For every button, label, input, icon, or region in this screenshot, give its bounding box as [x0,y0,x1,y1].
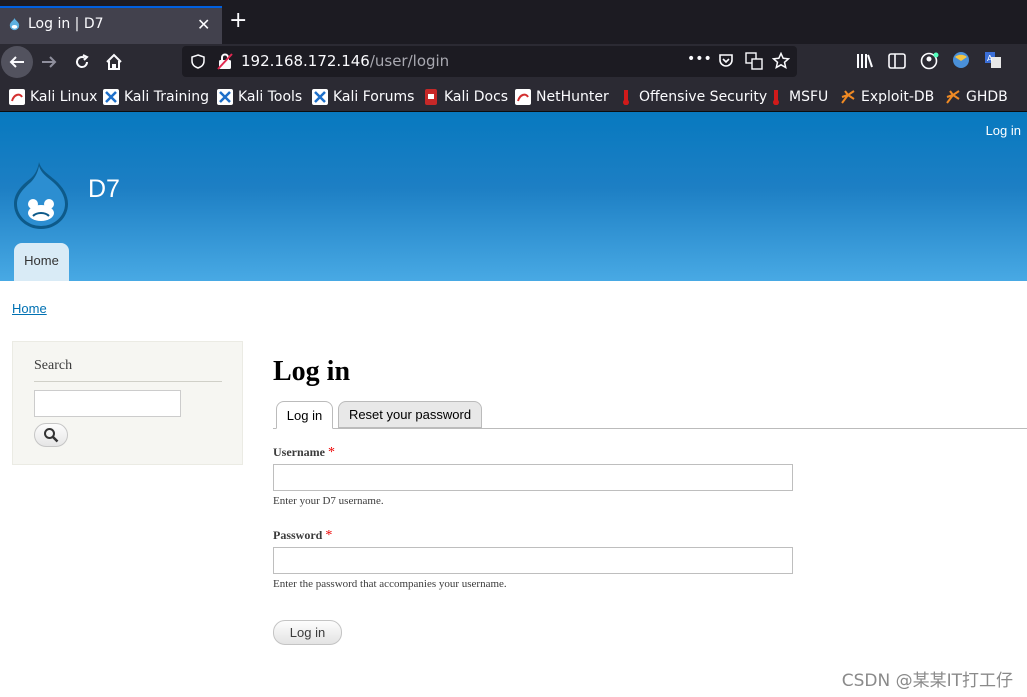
bookmark-offensive-security[interactable]: Offensive Security [618,87,767,107]
home-icon [106,53,122,70]
bookmark-exploit-db[interactable]: Exploit-DB [840,87,934,107]
search-block-title: Search [34,358,73,373]
bookmark-label: Kali Docs [444,89,509,105]
password-label: Password * [273,528,332,544]
insecure-lock-icon[interactable] [217,53,233,70]
kali-training-icon [103,89,119,105]
bookmarks-toolbar: Kali Linux Kali Training Kali Tools Kali… [0,81,1027,112]
bookmark-kali-linux[interactable]: Kali Linux [9,87,97,107]
arrow-left-icon [9,56,24,68]
bookmark-label: MSFU [789,89,829,105]
drupal-logo-icon[interactable] [11,160,71,230]
close-tab-icon[interactable]: ✕ [197,15,210,34]
username-label-text: Username [273,445,325,459]
pocket-icon[interactable] [718,53,734,69]
bookmark-kali-tools[interactable]: Kali Tools [217,87,302,107]
bookmark-kali-docs[interactable]: Kali Docs [423,87,508,107]
kali-dragon-icon [9,89,25,105]
browser-nav-bar: 192.168.172.146/user/login ••• A [0,44,1027,81]
required-marker: * [325,528,333,543]
page-actions-menu[interactable]: ••• [687,51,712,67]
back-button[interactable] [1,46,33,78]
tab-reset-password[interactable]: Reset your password [338,401,482,428]
home-button[interactable] [98,46,130,78]
watermark: CSDN @某某IT打工仔 [841,671,1013,691]
kali-forums-icon [312,89,328,105]
url-path: /user/login [369,52,450,70]
bookmark-nethunter[interactable]: NetHunter [515,87,609,107]
library-icon[interactable] [856,52,874,70]
search-icon [44,428,59,443]
kali-tools-icon [217,89,233,105]
nethunter-icon [515,89,531,105]
bookmark-label: GHDB [966,89,1008,105]
sidebar-toggle-icon[interactable] [888,52,906,70]
site-name[interactable]: D7 [88,175,120,204]
forward-button[interactable] [33,46,65,78]
arrow-right-icon [42,56,57,68]
header-login-link[interactable]: Log in [986,123,1021,138]
reload-icon [76,54,89,68]
svg-text:A: A [987,54,993,63]
password-description: Enter the password that accompanies your… [273,578,507,590]
bookmark-kali-training[interactable]: Kali Training [103,87,209,107]
drupal-favicon-icon [9,17,20,31]
bookmark-label: Exploit-DB [861,89,935,105]
bookmark-msfu[interactable]: MSFU [768,87,828,107]
bookmark-label: Kali Tools [238,89,303,105]
breadcrumb-home[interactable]: Home [12,301,47,316]
shield-icon[interactable] [191,54,205,69]
bookmark-label: Offensive Security [639,89,768,105]
kali-docs-icon [425,89,437,105]
login-submit-button[interactable]: Log in [273,620,342,645]
offsec-icon [623,90,629,105]
bookmark-kali-forums[interactable]: Kali Forums [312,87,414,107]
translate-page-icon[interactable] [745,52,763,70]
account-icon[interactable] [920,52,940,70]
new-tab-button[interactable]: + [229,10,247,32]
tab-log-in[interactable]: Log in [276,401,333,429]
url-host: 192.168.172.146 [241,52,370,70]
page-title: Log in [273,356,351,387]
bookmark-label: Kali Training [124,89,209,105]
username-label: Username * [273,445,335,461]
tabs-divider [273,428,1027,429]
url-text[interactable]: 192.168.172.146/user/login [241,52,449,70]
username-field[interactable] [273,464,793,491]
password-label-text: Password [273,528,323,542]
search-input[interactable] [34,390,181,417]
password-field[interactable] [273,547,793,574]
url-bar[interactable]: 192.168.172.146/user/login ••• [182,46,797,77]
extension-globe-icon[interactable] [952,51,970,69]
search-block: Search [12,341,243,465]
ghdb-icon [946,90,960,104]
primary-tab-home[interactable]: Home [14,243,69,281]
browser-tab-bar: Log in | D7 ✕ + [0,0,1027,44]
username-description: Enter your D7 username. [273,495,384,507]
translate-extension-icon[interactable]: A [984,51,1002,69]
msfu-icon [773,90,779,105]
required-marker: * [327,445,335,460]
tab-title: Log in | D7 [28,16,104,32]
bookmark-label: NetHunter [536,89,609,105]
exploitdb-icon [841,90,855,104]
site-header: Log in D7 Home [0,112,1027,281]
bookmark-ghdb[interactable]: GHDB [945,87,1008,107]
reload-button[interactable] [66,46,98,78]
bookmark-label: Kali Forums [333,89,415,105]
browser-tab[interactable]: Log in | D7 ✕ [0,6,222,44]
bookmark-label: Kali Linux [30,89,98,105]
search-button[interactable] [34,423,68,447]
bookmark-star-icon[interactable] [772,52,790,70]
divider [34,381,222,382]
